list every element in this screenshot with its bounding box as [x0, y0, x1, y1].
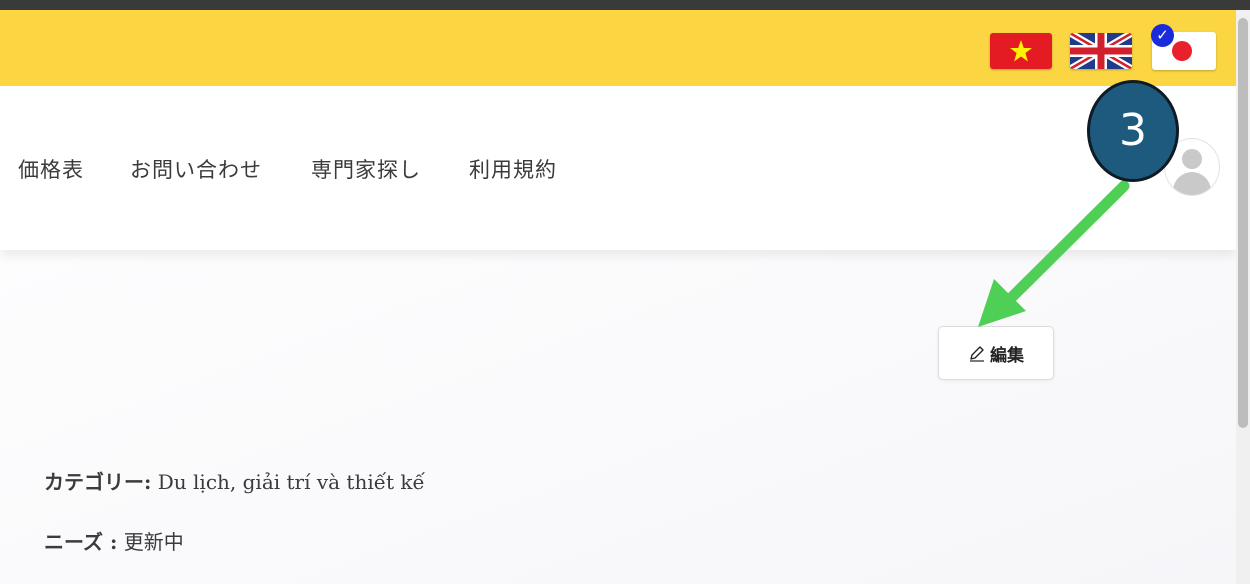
category-label: カテゴリー: [44, 470, 152, 494]
selected-check-icon: ✓ [1151, 24, 1174, 47]
vertical-scrollbar[interactable] [1236, 10, 1250, 584]
category-line: カテゴリー: Du lịch, giải trí và thiết kế [44, 466, 425, 495]
edit-button-label: 編集 [990, 345, 1024, 366]
edit-button[interactable]: 編集 [938, 326, 1054, 380]
nav-item-find-expert[interactable]: 専門家探し [311, 154, 421, 184]
union-jack-icon [1070, 33, 1132, 69]
nav-item-terms[interactable]: 利用規約 [469, 154, 557, 184]
avatar-head-icon [1182, 149, 1202, 169]
star-icon [1010, 40, 1032, 62]
nav-item-contact[interactable]: お問い合わせ [130, 154, 262, 184]
flag-vietnam-button[interactable] [990, 33, 1052, 69]
page: ✓ 価格表 お問い合わせ 専門家探し 利用規約 3 編集 カテゴリー: Du l… [0, 0, 1250, 584]
needs-value: 更新中 [123, 530, 184, 554]
pencil-icon [968, 344, 986, 362]
needs-label: ニーズ : [44, 530, 118, 554]
needs-line: ニーズ : 更新中 [44, 526, 184, 555]
main-nav: 価格表 お問い合わせ 専門家探し 利用規約 [0, 86, 1236, 250]
nav-item-price-list[interactable]: 価格表 [18, 154, 84, 184]
category-value: Du lịch, giải trí và thiết kế [157, 470, 425, 494]
window-top-edge [0, 0, 1250, 10]
japan-sun-icon [1172, 41, 1192, 61]
flag-uk-button[interactable] [1070, 33, 1132, 69]
scrollbar-thumb[interactable] [1238, 18, 1248, 428]
avatar-body-icon [1173, 172, 1211, 195]
step-number-badge: 3 [1087, 80, 1179, 182]
